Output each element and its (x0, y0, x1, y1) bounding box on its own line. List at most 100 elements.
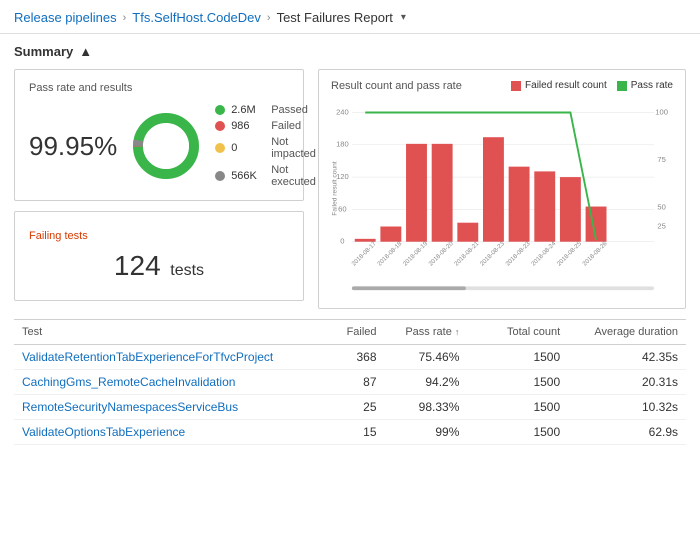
cell-failed-2: 25 (330, 395, 384, 420)
chevron-icon-1: › (123, 12, 127, 24)
bar-3 (432, 144, 453, 242)
bar-4 (457, 223, 478, 242)
chart-legend: Failed result count Pass rate (511, 80, 673, 91)
col-avgduration: Average duration (568, 320, 686, 345)
svg-text:2018-08-20: 2018-08-20 (427, 240, 455, 268)
chart-area: 240 180 120 60 0 100 75 50 25 Failed res… (331, 98, 673, 298)
legend-not-impacted: 0 Not impacted (215, 136, 316, 160)
chart-title[interactable]: Result count and pass rate (331, 80, 462, 92)
table-section: Test Failed Pass rate ↑ Total count Aver… (14, 319, 686, 445)
svg-text:240: 240 (336, 107, 349, 116)
table-row: CachingGms_RemoteCacheInvalidation 87 94… (14, 370, 686, 395)
cell-test-0: ValidateRetentionTabExperienceForTfvcPro… (14, 345, 330, 370)
svg-text:2018-08-23: 2018-08-23 (504, 240, 532, 268)
passed-count: 2.6M (231, 104, 265, 116)
test-link-2[interactable]: RemoteSecurityNamespacesServiceBus (22, 400, 238, 414)
main-content: Summary ▲ Pass rate and results 99.95% (0, 34, 700, 455)
bar-1 (380, 227, 401, 242)
bar-6 (509, 167, 530, 242)
bar-2 (406, 144, 427, 242)
legend-not-executed: 566K Not executed (215, 164, 316, 188)
cell-test-3: ValidateOptionsTabExperience (14, 420, 330, 445)
cell-total-0: 1500 (486, 345, 568, 370)
chart-passrate-box (617, 81, 627, 91)
col-passrate: Pass rate ↑ (385, 320, 468, 345)
bar-5 (483, 137, 504, 242)
title-dropdown-icon[interactable]: ▾ (401, 12, 406, 23)
cell-passrate-0: 75.46% (385, 345, 468, 370)
test-link-1[interactable]: CachingGms_RemoteCacheInvalidation (22, 375, 235, 389)
cell-passrate-2: 98.33% (385, 395, 468, 420)
legend-failed: 986 Failed (215, 120, 316, 132)
cell-failed-1: 87 (330, 370, 384, 395)
chart-scrollbar-thumb[interactable] (352, 286, 466, 290)
test-link-3[interactable]: ValidateOptionsTabExperience (22, 425, 185, 439)
left-cards: Pass rate and results 99.95% (14, 69, 304, 309)
sort-icon[interactable]: ↑ (455, 327, 460, 337)
svg-text:2018-08-21: 2018-08-21 (453, 240, 481, 268)
summary-header[interactable]: Summary ▲ (14, 44, 686, 59)
breadcrumb-link-1[interactable]: Release pipelines (14, 10, 117, 25)
failed-count: 986 (231, 120, 265, 132)
cell-failed-3: 15 (330, 420, 384, 445)
table-body: ValidateRetentionTabExperienceForTfvcPro… (14, 345, 686, 445)
table-row: ValidateRetentionTabExperienceForTfvcPro… (14, 345, 686, 370)
chart-legend-failed: Failed result count (511, 80, 607, 91)
bar-7 (534, 171, 555, 241)
svg-text:2018-08-26: 2018-08-26 (581, 240, 609, 268)
summary-label: Summary (14, 44, 73, 59)
donut-chart (131, 111, 201, 181)
page-title: Test Failures Report (277, 10, 393, 25)
chart-card: Result count and pass rate Failed result… (318, 69, 686, 309)
svg-text:Failed result count: Failed result count (332, 161, 339, 215)
col-total: Total count (486, 320, 568, 345)
failed-label: Failed (271, 120, 301, 132)
pass-rate-legend: 2.6M Passed 986 Failed 0 Not impacted (215, 104, 316, 188)
not-impacted-count: 0 (231, 142, 265, 154)
svg-text:0: 0 (340, 237, 344, 246)
cell-avgduration-3: 62.9s (568, 420, 686, 445)
chart-legend-passrate: Pass rate (617, 80, 673, 91)
failing-tests-title: Failing tests (29, 230, 289, 242)
breadcrumb: Release pipelines › Tfs.SelfHost.CodeDev… (0, 0, 700, 34)
svg-text:60: 60 (338, 204, 346, 213)
chart-header: Result count and pass rate Failed result… (331, 80, 673, 92)
svg-text:75: 75 (657, 155, 665, 164)
not-impacted-dot (215, 143, 225, 153)
not-impacted-label: Not impacted (271, 136, 316, 160)
cell-avgduration-2: 10.32s (568, 395, 686, 420)
failed-dot (215, 121, 225, 131)
not-executed-label: Not executed (271, 164, 316, 188)
col-test: Test (14, 320, 330, 345)
collapse-icon: ▲ (79, 44, 92, 59)
test-link-0[interactable]: ValidateRetentionTabExperienceForTfvcPro… (22, 350, 273, 364)
passed-dot (215, 105, 225, 115)
cell-total-3: 1500 (486, 420, 568, 445)
cell-avgduration-0: 42.35s (568, 345, 686, 370)
cell-test-1: CachingGms_RemoteCacheInvalidation (14, 370, 330, 395)
legend-passed: 2.6M Passed (215, 104, 316, 116)
col-empty (467, 320, 486, 345)
table-row: RemoteSecurityNamespacesServiceBus 25 98… (14, 395, 686, 420)
chevron-icon-2: › (267, 12, 271, 24)
not-executed-dot (215, 171, 225, 181)
passed-label: Passed (271, 104, 308, 116)
failing-tests-count-row: 124 tests (29, 250, 289, 282)
cell-total-2: 1500 (486, 395, 568, 420)
breadcrumb-link-2[interactable]: Tfs.SelfHost.CodeDev (132, 10, 261, 25)
svg-text:25: 25 (657, 221, 665, 230)
svg-text:2018-08-24: 2018-08-24 (530, 240, 558, 268)
svg-text:2018-08-23: 2018-08-23 (479, 240, 507, 268)
cell-empty-2 (467, 395, 486, 420)
bar-chart-svg: 240 180 120 60 0 100 75 50 25 Failed res… (331, 98, 673, 298)
failing-tests-card: Failing tests 124 tests (14, 211, 304, 301)
cell-total-1: 1500 (486, 370, 568, 395)
pass-rate-card-title: Pass rate and results (29, 82, 289, 94)
svg-text:2018-08-19: 2018-08-19 (402, 240, 430, 268)
svg-text:180: 180 (336, 140, 349, 149)
table-row: ValidateOptionsTabExperience 15 99% 1500… (14, 420, 686, 445)
cell-failed-0: 368 (330, 345, 384, 370)
cell-avgduration-1: 20.31s (568, 370, 686, 395)
chart-legend-failed-label: Failed result count (525, 80, 607, 91)
cell-empty-0 (467, 345, 486, 370)
